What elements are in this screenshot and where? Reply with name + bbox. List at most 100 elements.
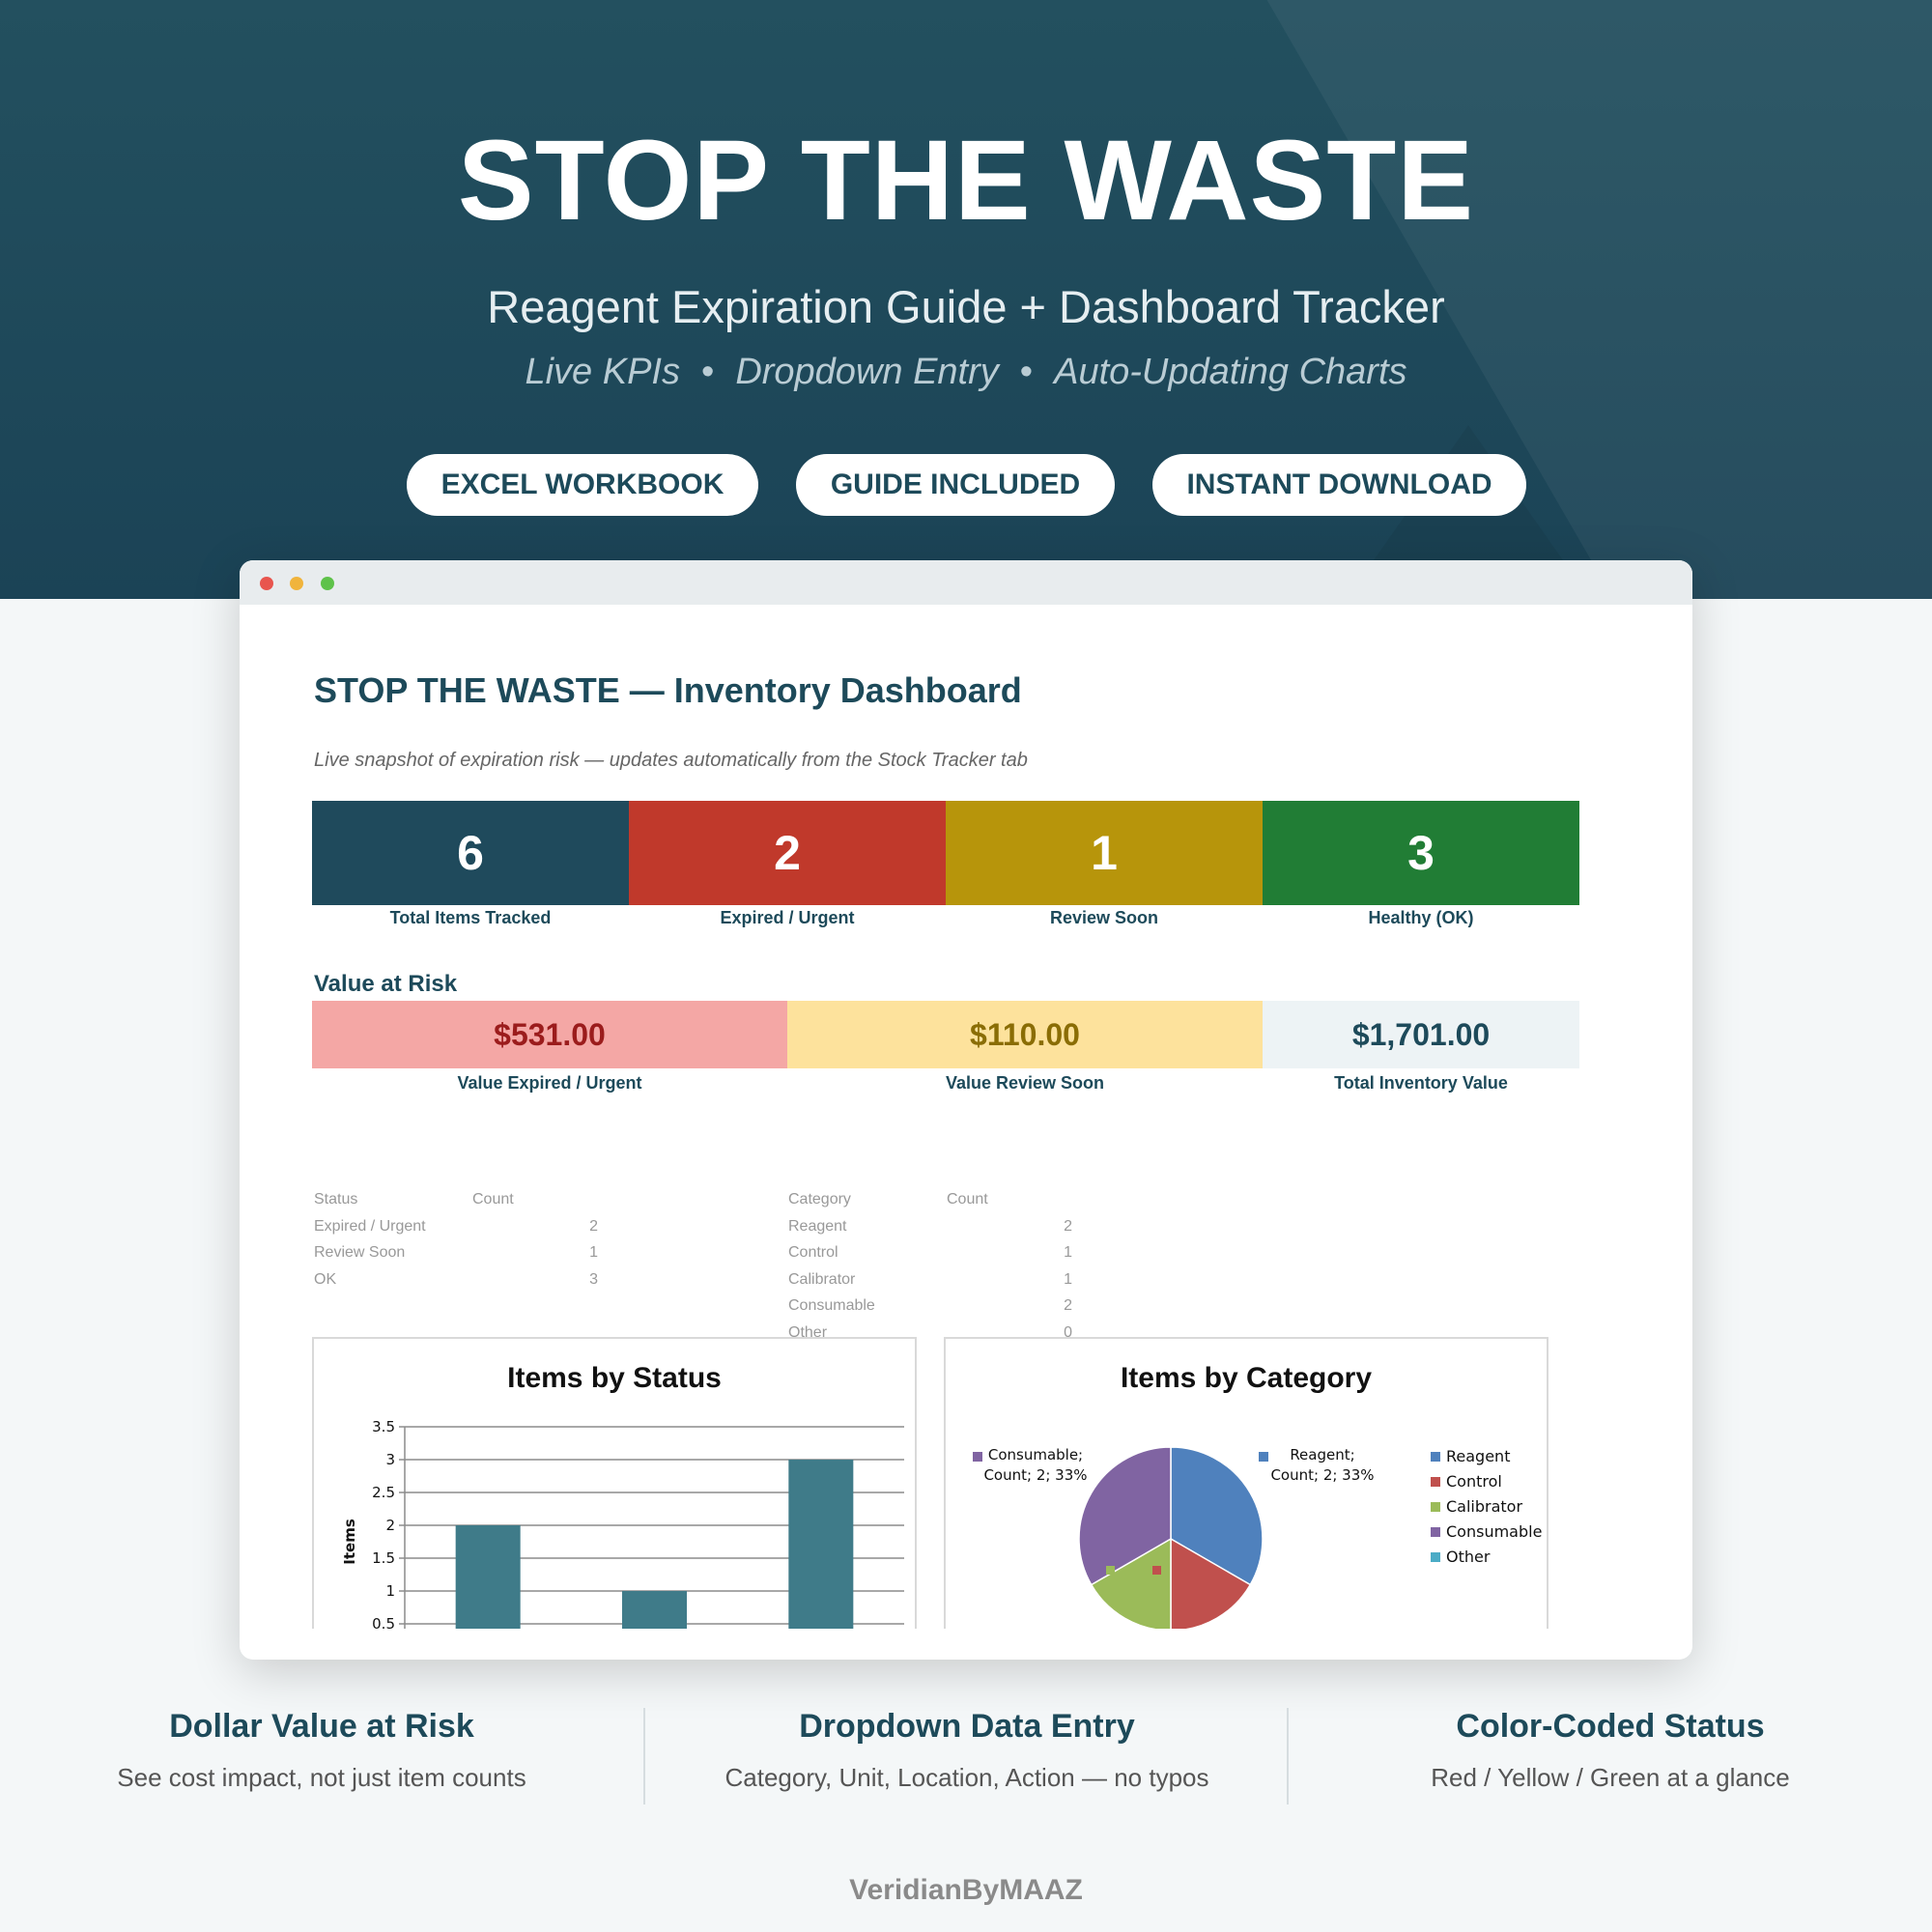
- kpi-healthy: 3: [1263, 801, 1579, 905]
- table-header: Count: [472, 1191, 514, 1208]
- table-cell: 3: [589, 1270, 598, 1288]
- feature-description: Red / Yellow / Green at a glance: [1431, 1763, 1790, 1792]
- feature-description: Category, Unit, Location, Action — no ty…: [724, 1763, 1209, 1792]
- pill-instant-download: INSTANT DOWNLOAD: [1152, 454, 1526, 516]
- table-cell: Consumable: [788, 1297, 875, 1315]
- legend-swatch: [1431, 1552, 1440, 1562]
- kpi-label: Healthy (OK): [1368, 908, 1474, 927]
- table-header: Category: [788, 1191, 851, 1208]
- legend-swatch: [1431, 1502, 1440, 1512]
- table-header: Count: [947, 1191, 988, 1208]
- pill-excel-workbook: EXCEL WORKBOOK: [407, 454, 758, 516]
- legend-swatch: [1431, 1452, 1440, 1462]
- window-titlebar: [240, 560, 1692, 605]
- value-at-risk-heading: Value at Risk: [314, 971, 458, 997]
- tag-auto-charts: Auto-Updating Charts: [1054, 352, 1407, 392]
- value-label: Value Review Soon: [945, 1073, 1105, 1093]
- pill-guide-included: GUIDE INCLUDED: [796, 454, 1115, 516]
- table-cell: 1: [589, 1244, 598, 1262]
- legend-item-consumable: Consumable: [1446, 1522, 1542, 1541]
- data-label-consumable-swatch: [973, 1452, 982, 1462]
- feature-description: See cost impact, not just item counts: [117, 1763, 526, 1792]
- kpi-label: Review Soon: [1049, 908, 1159, 927]
- data-label-reagent-swatch: [1259, 1452, 1268, 1462]
- bar-chart-canvas: 3.5 3 2.5 2 1.5 1 0.5 Items: [341, 1418, 904, 1629]
- table-row: Calibrator 1: [788, 1266, 1117, 1293]
- tag-live-kpis: Live KPIs: [525, 352, 680, 392]
- bar-expired-urgent: [455, 1525, 521, 1629]
- status-count-table: Status Count Expired / Urgent 2 Review Soo…: [314, 1186, 642, 1293]
- table-cell: Review Soon: [314, 1244, 406, 1262]
- feature-title: Dropdown Data Entry: [799, 1708, 1135, 1745]
- data-label-consumable: Consumable;: [988, 1446, 1083, 1463]
- status-bar-chart[interactable]: Items by Status 3.5 3 2.5 2 1.5 1 0.5 Items: [312, 1337, 917, 1629]
- table-row: Consumable 2: [788, 1293, 1117, 1320]
- tag-separator: •: [701, 352, 715, 392]
- feature-title: Color-Coded Status: [1456, 1708, 1765, 1745]
- table-cell: Calibrator: [788, 1270, 856, 1288]
- table-row: Expired / Urgent 2: [314, 1213, 642, 1240]
- value-review-soon: $110.00: [787, 1001, 1263, 1068]
- y-tick-label: 2.5: [372, 1484, 395, 1501]
- y-tick-label: 1: [385, 1582, 395, 1600]
- table-cell: 1: [1064, 1270, 1072, 1288]
- feature-dollar-value: Dollar Value at Risk See cost impact, no…: [0, 1708, 643, 1793]
- kpi-expired-urgent: 2: [629, 801, 946, 905]
- app-window: STOP THE WASTE — Inventory Dashboard Liv…: [240, 560, 1692, 1660]
- data-label-reagent: Reagent;: [1290, 1446, 1354, 1463]
- dashboard-title: STOP THE WASTE — Inventory Dashboard: [314, 670, 1022, 710]
- hero-tagline: Live KPIs • Dropdown Entry • Auto-Updating C…: [0, 352, 1932, 393]
- value-total-inventory: $1,701.00: [1263, 1001, 1579, 1068]
- maximize-window-icon[interactable]: [321, 577, 334, 590]
- tag-dropdown-entry: Dropdown Entry: [735, 352, 999, 392]
- slice-marker: [1106, 1566, 1115, 1575]
- tag-separator: •: [1019, 352, 1034, 392]
- hero-title: STOP THE WASTE: [457, 117, 1475, 244]
- table-cell: Expired / Urgent: [314, 1217, 426, 1235]
- data-label-consumable: Count; 2; 33%: [983, 1466, 1087, 1484]
- kpi-label: Total Items Tracked: [389, 908, 552, 927]
- table-row: Reagent 2: [788, 1213, 1117, 1240]
- bar-review-soon: [622, 1591, 687, 1629]
- pie-chart-canvas: Reagent; Count; 2; 33% Consumable; Count; 2…: [973, 1446, 1542, 1629]
- kpi-label: Expired / Urgent: [720, 908, 855, 927]
- table-cell: 2: [1064, 1217, 1072, 1235]
- kpi-review-soon: 1: [946, 801, 1263, 905]
- legend-item-calibrator: Calibrator: [1446, 1497, 1522, 1516]
- category-pie-chart[interactable]: Items by Category Reagent; Count; 2; 33% C…: [944, 1337, 1548, 1629]
- y-tick-label: 0.5: [372, 1615, 395, 1629]
- bar-ok: [788, 1460, 854, 1629]
- hero-subtitle: Reagent Expiration Guide + Dashboard Tra…: [487, 281, 1445, 332]
- dashboard-subtitle: Live snapshot of expiration risk — updat…: [314, 750, 1028, 771]
- table-header: Status: [314, 1191, 358, 1208]
- kpi-total-items: 6: [312, 801, 629, 905]
- legend-swatch: [1431, 1477, 1440, 1487]
- y-axis-label: Items: [341, 1519, 358, 1565]
- feature-strip: Dollar Value at Risk See cost impact, no…: [0, 1708, 1932, 1808]
- y-tick-label: 1.5: [372, 1549, 395, 1567]
- table-cell: 2: [589, 1217, 598, 1235]
- brand-name: VeridianByMAAZ: [849, 1874, 1083, 1906]
- value-label: Total Inventory Value: [1334, 1073, 1508, 1093]
- hero-banner: STOP THE WASTE Reagent Expiration Guide …: [0, 0, 1932, 599]
- y-tick-label: 2: [385, 1517, 395, 1534]
- data-label-reagent: Count; 2; 33%: [1270, 1466, 1374, 1484]
- table-cell: 2: [1064, 1297, 1072, 1315]
- close-window-icon[interactable]: [260, 577, 273, 590]
- table-cell: OK: [314, 1270, 337, 1288]
- table-row: Review Soon 1: [314, 1239, 642, 1266]
- y-tick-label: 3: [385, 1451, 395, 1468]
- legend-item-other: Other: [1446, 1548, 1491, 1566]
- table-row: Control 1: [788, 1239, 1117, 1266]
- table-cell: Control: [788, 1244, 838, 1262]
- table-row: OK 3: [314, 1266, 642, 1293]
- legend-item-reagent: Reagent: [1446, 1447, 1510, 1465]
- feature-title: Dollar Value at Risk: [169, 1708, 474, 1745]
- category-count-table: Category Count Reagent 2 Control 1 Calibrat…: [788, 1186, 1117, 1347]
- minimize-window-icon[interactable]: [290, 577, 303, 590]
- feature-color-status: Color-Coded Status Red / Yellow / Green …: [1289, 1708, 1932, 1793]
- legend-item-control: Control: [1446, 1472, 1502, 1491]
- legend-swatch: [1431, 1527, 1440, 1537]
- slice-marker: [1152, 1566, 1161, 1575]
- value-label: Value Expired / Urgent: [457, 1073, 642, 1093]
